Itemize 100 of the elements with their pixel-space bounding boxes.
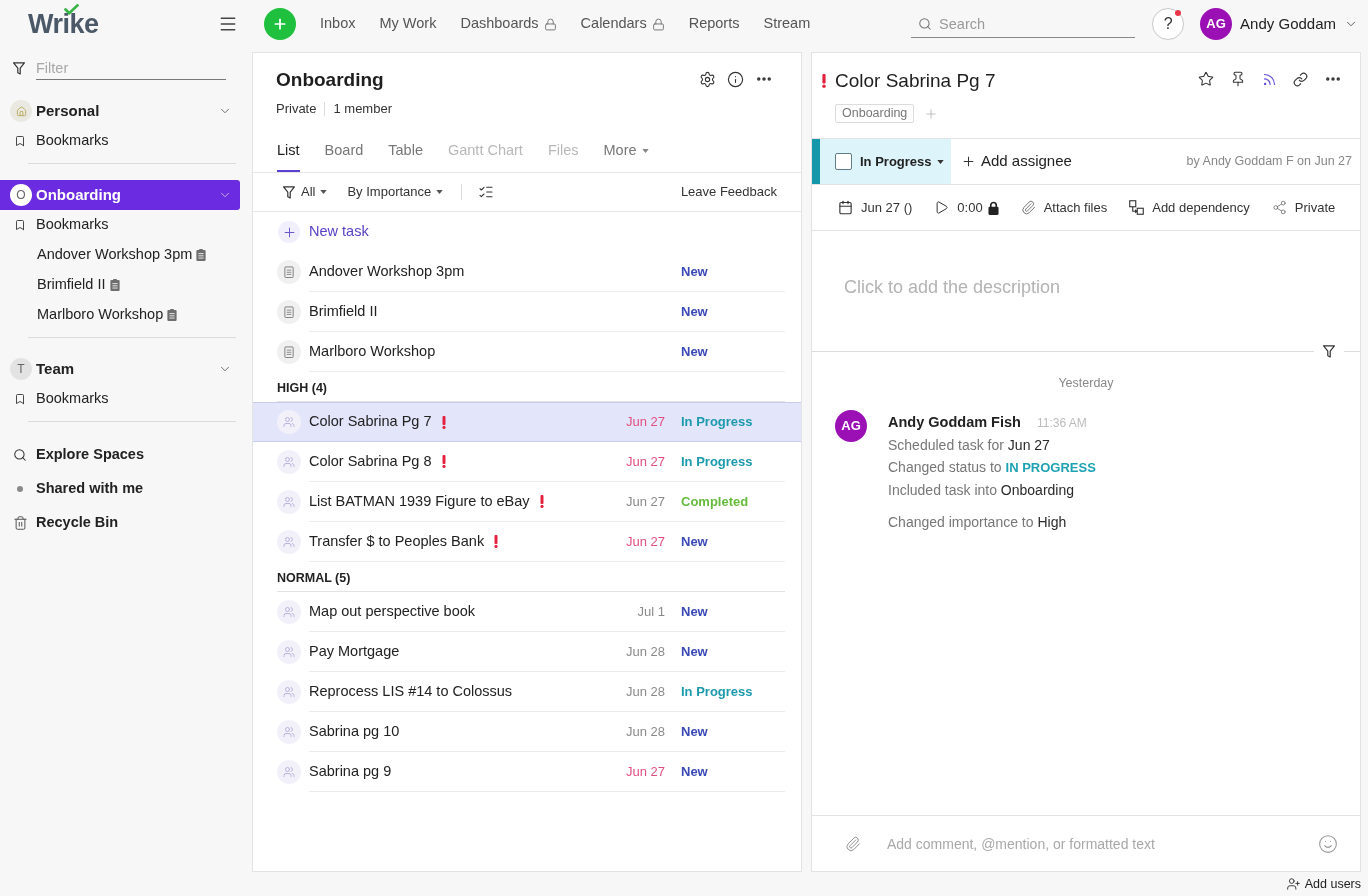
detail-button[interactable]: Private [1271,197,1336,218]
star-icon[interactable] [1198,71,1214,87]
menu-icon[interactable] [218,14,238,34]
add-assignee-button[interactable]: Add assignee [961,139,1072,184]
space-item[interactable]: Personal [0,96,240,126]
detail-button[interactable]: Jun 27 () [838,197,913,218]
user-menu[interactable]: AG Andy Goddam [1200,8,1358,40]
task-row[interactable]: Transfer $ to Peoples Bank Jun 27 New [253,522,801,562]
document-icon [277,300,301,324]
play-icon [934,200,950,215]
nav-link[interactable]: Stream [763,13,811,35]
filter-dropdown[interactable]: All [283,182,328,202]
task-row[interactable]: Marlboro Workshop New [253,332,801,372]
tab[interactable]: List [277,132,300,172]
task-row[interactable]: Pay Mortgage Jun 28 New [253,632,801,672]
tab[interactable]: More [603,132,649,172]
link-icon[interactable] [1293,71,1308,87]
checkbox[interactable] [835,153,852,170]
sidebar-item[interactable]: Andover Workshop 3pm [0,240,250,270]
status-label: In Progress [681,682,753,701]
task-row[interactable]: Reprocess LIS #14 to Colossus Jun 28 In Progress [253,672,801,712]
filter-field[interactable]: Filter [36,56,226,80]
status-label: Completed [681,492,749,511]
sidebar-item[interactable]: Brimfield II [0,270,250,300]
task-row[interactable]: Brimfield II New [253,292,801,332]
member-count: 1 member [333,100,392,119]
people-icon [277,410,301,434]
dependency-icon [1129,200,1145,215]
checklist-icon[interactable] [477,184,496,200]
rss-icon[interactable] [1262,71,1277,87]
due-date: Jun 28 [625,722,665,741]
nav-link[interactable]: Reports [688,13,740,35]
nav-link[interactable]: Inbox [320,13,356,35]
due-date: Jun 27 [625,762,665,781]
people-icon [277,640,301,664]
detail-button[interactable]: Add dependency [1129,197,1250,218]
space-item[interactable]: O Onboarding [0,180,240,210]
check-icon [64,4,79,15]
pin-icon[interactable] [1230,71,1246,87]
due-date: Jun 27 [625,413,665,432]
sidebar-item[interactable]: Bookmarks [0,210,250,240]
activity-line: Changed importance to High [888,513,1068,532]
bookmark-icon [14,392,26,406]
privacy-label: Private [276,100,317,119]
status-label: New [681,602,708,621]
status-label: New [681,342,708,361]
task-row[interactable]: Map out perspective book Jul 1 New [253,592,801,632]
caret-icon [436,190,444,194]
house-icon [10,100,32,122]
sidebar-item[interactable]: Bookmarks [0,384,250,414]
people-icon [277,720,301,744]
task-name: Pay Mortgage [309,641,400,661]
status-label: New [681,262,708,281]
task-row[interactable]: List BATMAN 1939 Figure to eBay Jun 27 Completed [253,482,801,522]
task-name: Color Sabrina Pg 8 [309,451,432,471]
user-avatar: AG [835,410,867,442]
add-users-button[interactable]: Add users [1285,874,1361,894]
task-row[interactable]: Sabrina pg 9 Jun 27 New [253,752,801,792]
tab[interactable]: Table [388,132,423,172]
calendar-icon [838,200,853,215]
nav-link[interactable]: My Work [379,13,437,35]
folder-tag[interactable]: Onboarding [835,104,915,123]
new-task-button[interactable]: New task [278,221,369,243]
task-name: Brimfield II [309,301,378,321]
nav-link[interactable]: Dashboards [460,13,557,35]
task-name: List BATMAN 1939 Figure to eBay [309,491,530,511]
task-row[interactable]: Andover Workshop 3pm New [253,252,801,292]
settings-icon[interactable] [699,70,716,88]
space-avatar: O [10,184,32,206]
task-row[interactable]: Color Sabrina Pg 8 Jun 27 In Progress [253,442,801,482]
help-button[interactable]: ? [1152,8,1185,40]
people-icon [277,530,301,554]
sidebar-link[interactable]: Recycle Bin [0,506,250,540]
task-row[interactable]: Color Sabrina Pg 7 Jun 27 In Progress [253,402,801,442]
nav-link[interactable]: Calendars [580,13,665,35]
due-date: Jun 27 [625,532,665,551]
feedback-link[interactable]: Leave Feedback [680,182,777,202]
sidebar-link[interactable]: Explore Spaces [0,438,250,472]
share-icon [1271,200,1287,215]
info-icon[interactable] [727,70,744,88]
detail-button[interactable]: Attach files [1020,197,1108,218]
sort-dropdown[interactable]: By Importance [347,182,444,202]
task-title: Color Sabrina Pg 7 [835,69,996,93]
detail-button[interactable]: 0:00 [934,197,999,218]
tab[interactable]: Board [324,132,364,172]
sidebar-link[interactable]: Shared with me [0,472,250,506]
comment-field[interactable]: Add comment, @mention, or formatted text [887,827,1318,860]
status-label: New [681,722,708,741]
filter-icon [283,185,295,199]
filter-icon[interactable] [1323,344,1335,358]
sidebar-item[interactable]: Bookmarks [0,126,250,156]
sidebar-item[interactable]: Marlboro Workshop [0,300,250,330]
task-name: Sabrina pg 9 [309,761,392,781]
status-dropdown[interactable]: In Progress [812,139,951,184]
search-field[interactable]: Search [911,10,1136,38]
space-item[interactable]: T Team [0,354,240,384]
task-row[interactable]: Sabrina pg 10 Jun 28 New [253,712,801,752]
document-icon [196,249,207,261]
due-date: Jun 28 [625,642,665,661]
task-name: Map out perspective book [309,601,476,621]
